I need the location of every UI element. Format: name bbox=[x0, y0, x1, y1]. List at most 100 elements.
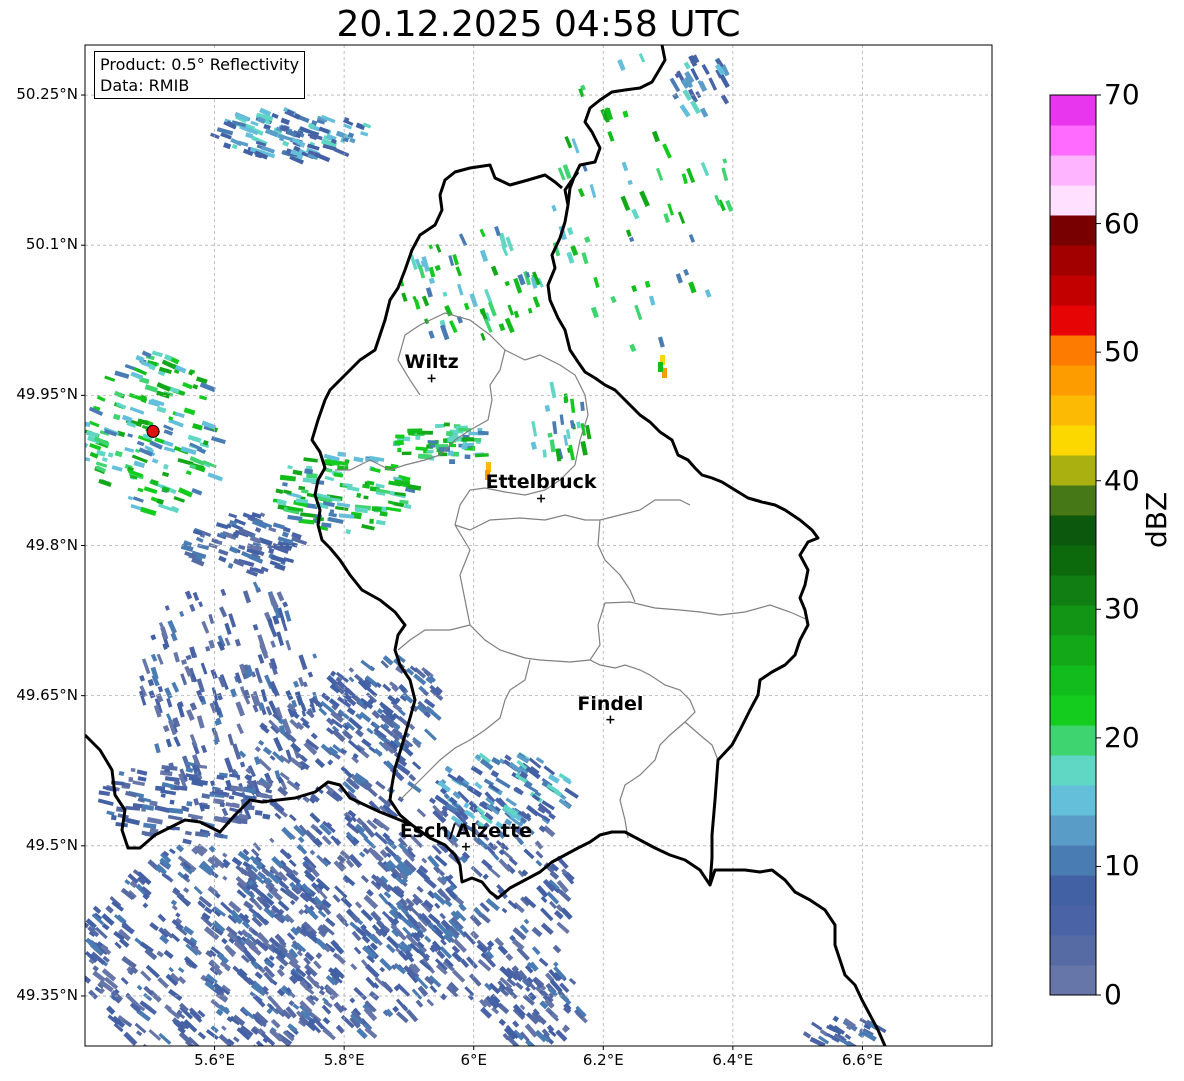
echo-cell bbox=[629, 343, 637, 353]
echo-cell bbox=[246, 1055, 253, 1062]
echo-cell bbox=[179, 610, 185, 617]
echo-cell bbox=[346, 707, 356, 716]
echo-cell bbox=[464, 986, 475, 997]
echo-cell bbox=[228, 512, 238, 519]
colorbar-segment bbox=[1050, 185, 1096, 216]
echo-cell bbox=[276, 631, 285, 646]
echo-cell bbox=[218, 548, 229, 556]
echo-cell bbox=[250, 120, 259, 127]
echo-cell bbox=[360, 659, 374, 672]
lon-tick-label: 6.4°E bbox=[712, 1051, 754, 1069]
echo-cell bbox=[254, 971, 263, 980]
echo-cell bbox=[527, 307, 533, 314]
echo-cell bbox=[222, 852, 228, 858]
echo-cell bbox=[428, 330, 435, 339]
echo-cell bbox=[292, 680, 300, 688]
echo-cell bbox=[464, 454, 471, 460]
city-marker bbox=[427, 374, 436, 383]
echo-cell bbox=[382, 683, 392, 693]
echo-cell bbox=[183, 407, 196, 416]
colorbar-segment bbox=[1050, 155, 1096, 186]
echo-cell bbox=[415, 999, 424, 1008]
colorbar-segment bbox=[1050, 665, 1096, 696]
echo-cell bbox=[531, 420, 538, 437]
echo-cell bbox=[254, 526, 262, 533]
echo-cell bbox=[313, 960, 322, 970]
echo-cell bbox=[563, 396, 568, 404]
echo-cell bbox=[200, 662, 208, 675]
echo-cell bbox=[196, 715, 205, 729]
echo-cell bbox=[424, 935, 432, 943]
echo-cell bbox=[88, 420, 100, 428]
echo-cell bbox=[168, 988, 183, 1001]
echo-cell bbox=[414, 299, 421, 310]
echo-cell bbox=[638, 53, 646, 63]
colorbar-label: dBZ bbox=[1140, 491, 1173, 548]
echo-cell bbox=[337, 451, 347, 457]
echo-cell bbox=[686, 167, 696, 184]
echo-cell bbox=[455, 266, 462, 277]
echo-cell bbox=[512, 1020, 520, 1028]
echo-cell bbox=[140, 506, 157, 517]
echo-cell bbox=[137, 776, 147, 782]
echo-cell bbox=[140, 970, 152, 982]
echo-cell bbox=[516, 946, 530, 961]
echo-cell bbox=[494, 937, 505, 948]
echo-cell bbox=[353, 986, 368, 1001]
echo-cell bbox=[210, 998, 221, 1008]
echo-cell bbox=[524, 986, 531, 992]
echo-cell bbox=[349, 921, 359, 931]
echo-cell bbox=[301, 710, 307, 717]
echo-cell bbox=[688, 281, 697, 294]
colorbar-segment bbox=[1050, 245, 1096, 276]
echo-cell bbox=[177, 976, 187, 985]
echo-cell bbox=[160, 793, 166, 798]
echo-cell bbox=[651, 130, 660, 143]
echo-cell bbox=[625, 229, 632, 237]
echo-cell bbox=[191, 488, 203, 496]
echo-cell bbox=[292, 1003, 300, 1010]
echo-cell bbox=[245, 1054, 250, 1059]
echo-cell bbox=[201, 620, 210, 634]
echo-cell bbox=[154, 743, 161, 754]
lat-tick-label: 49.8°N bbox=[25, 535, 78, 554]
echo-cell bbox=[324, 475, 335, 482]
colorbar-segment bbox=[1050, 395, 1096, 426]
echo-cell bbox=[365, 963, 380, 979]
echo-cell bbox=[340, 765, 353, 779]
echo-cell bbox=[123, 1031, 138, 1046]
echo-cell bbox=[168, 966, 175, 973]
echo-cell bbox=[197, 1031, 207, 1040]
echo-cell bbox=[257, 634, 266, 650]
echo-cell bbox=[366, 727, 374, 735]
echo-cell bbox=[85, 975, 92, 984]
echo-cell bbox=[498, 1018, 507, 1027]
echo-cell bbox=[589, 184, 597, 199]
echo-cell bbox=[164, 605, 170, 611]
colorbar-segment bbox=[1050, 575, 1096, 606]
echo-cell bbox=[215, 522, 229, 530]
echo-cell bbox=[411, 761, 422, 770]
echo-cell bbox=[228, 613, 237, 628]
echo-cell bbox=[631, 284, 638, 293]
echo-cell bbox=[242, 590, 252, 604]
echo-cell bbox=[150, 634, 157, 641]
echo-cell bbox=[189, 733, 198, 747]
echo-cell bbox=[265, 788, 273, 794]
echo-cell bbox=[221, 937, 228, 945]
lon-tick-label: 5.8°E bbox=[323, 1051, 365, 1069]
echo-cell bbox=[96, 395, 106, 402]
echo-cell bbox=[184, 830, 192, 836]
echo-cell bbox=[826, 1032, 837, 1041]
echo-cell bbox=[187, 434, 202, 444]
echo-cell bbox=[487, 301, 497, 317]
echo-cell bbox=[170, 505, 180, 514]
echo-cell bbox=[688, 233, 696, 243]
echo-cell bbox=[700, 161, 710, 177]
echo-cell bbox=[210, 669, 218, 680]
echo-cell bbox=[415, 446, 428, 451]
echo-cell bbox=[303, 457, 318, 463]
echo-cell bbox=[566, 227, 574, 236]
echo-cell bbox=[332, 894, 341, 903]
echo-cell bbox=[137, 487, 144, 493]
